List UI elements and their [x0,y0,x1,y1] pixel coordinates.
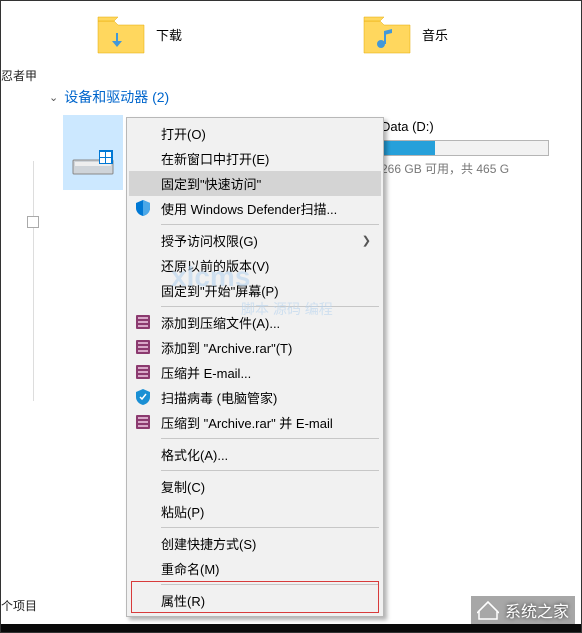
drive-d[interactable]: Data (D:) 266 GB 可用，共 465 G [381,119,571,177]
scan-shield-icon [134,388,152,406]
archive-icon [134,338,152,356]
sidebar-tree-line [33,161,34,401]
menu-scan-virus[interactable]: 扫描病毒 (电脑管家) [129,385,381,410]
context-menu: 打开(O) 在新窗口中打开(E) 固定到"快速访问" 使用 Windows De… [126,117,384,617]
menu-paste[interactable]: 粘贴(P) [129,499,381,524]
sidebar-node[interactable] [27,216,39,228]
menu-properties[interactable]: 属性(R) [129,588,381,613]
music-label: 音乐 [422,25,448,44]
bottom-watermark: 系统之家 [471,596,575,624]
menu-defender-scan[interactable]: 使用 Windows Defender扫描... [129,196,381,221]
music-folder[interactable]: 音乐 [362,13,448,55]
devices-drives-header[interactable]: ⌄ 设备和驱动器 (2) [1,87,581,107]
archive-icon [134,363,152,381]
drive-d-usage-bar [381,140,549,156]
bottom-bar [1,624,581,632]
left-partial-label: 忍者甲 [1,67,37,84]
folder-icon [362,13,412,55]
menu-add-archive[interactable]: 添加到压缩文件(A)... [129,310,381,335]
house-icon [477,599,499,621]
chevron-down-icon: ⌄ [49,91,58,104]
chevron-right-icon: ❯ [362,234,371,247]
menu-separator [161,306,379,307]
section-title: 设备和驱动器 (2) [64,87,169,107]
menu-grant-access[interactable]: 授予访问权限(G)❯ [129,228,381,253]
menu-compress-email[interactable]: 压缩并 E-mail... [129,360,381,385]
menu-open[interactable]: 打开(O) [129,121,381,146]
menu-copy[interactable]: 复制(C) [129,474,381,499]
menu-restore-previous[interactable]: 还原以前的版本(V) [129,253,381,278]
menu-separator [161,584,379,585]
menu-format[interactable]: 格式化(A)... [129,442,381,467]
shield-icon [134,199,152,217]
archive-icon [134,313,152,331]
menu-separator [161,470,379,471]
drive-icon [71,150,116,178]
status-bar-label: 个项目 [1,597,37,614]
menu-pin-quick-access[interactable]: 固定到"快速访问" [129,171,381,196]
archive-icon [134,413,152,431]
menu-compress-rar-email[interactable]: 压缩到 "Archive.rar" 并 E-mail [129,410,381,435]
drive-d-label: Data (D:) [381,119,571,134]
menu-open-new-window[interactable]: 在新窗口中打开(E) [129,146,381,171]
menu-rename[interactable]: 重命名(M) [129,556,381,581]
menu-separator [161,527,379,528]
menu-add-archive-rar[interactable]: 添加到 "Archive.rar"(T) [129,335,381,360]
menu-create-shortcut[interactable]: 创建快捷方式(S) [129,531,381,556]
drive-d-stats: 266 GB 可用，共 465 G [381,160,571,177]
menu-separator [161,224,379,225]
downloads-label: 下载 [156,25,182,44]
downloads-folder[interactable]: 下载 [96,13,182,55]
folder-icon [96,13,146,55]
menu-pin-start[interactable]: 固定到"开始"屏幕(P) [129,278,381,303]
menu-separator [161,438,379,439]
